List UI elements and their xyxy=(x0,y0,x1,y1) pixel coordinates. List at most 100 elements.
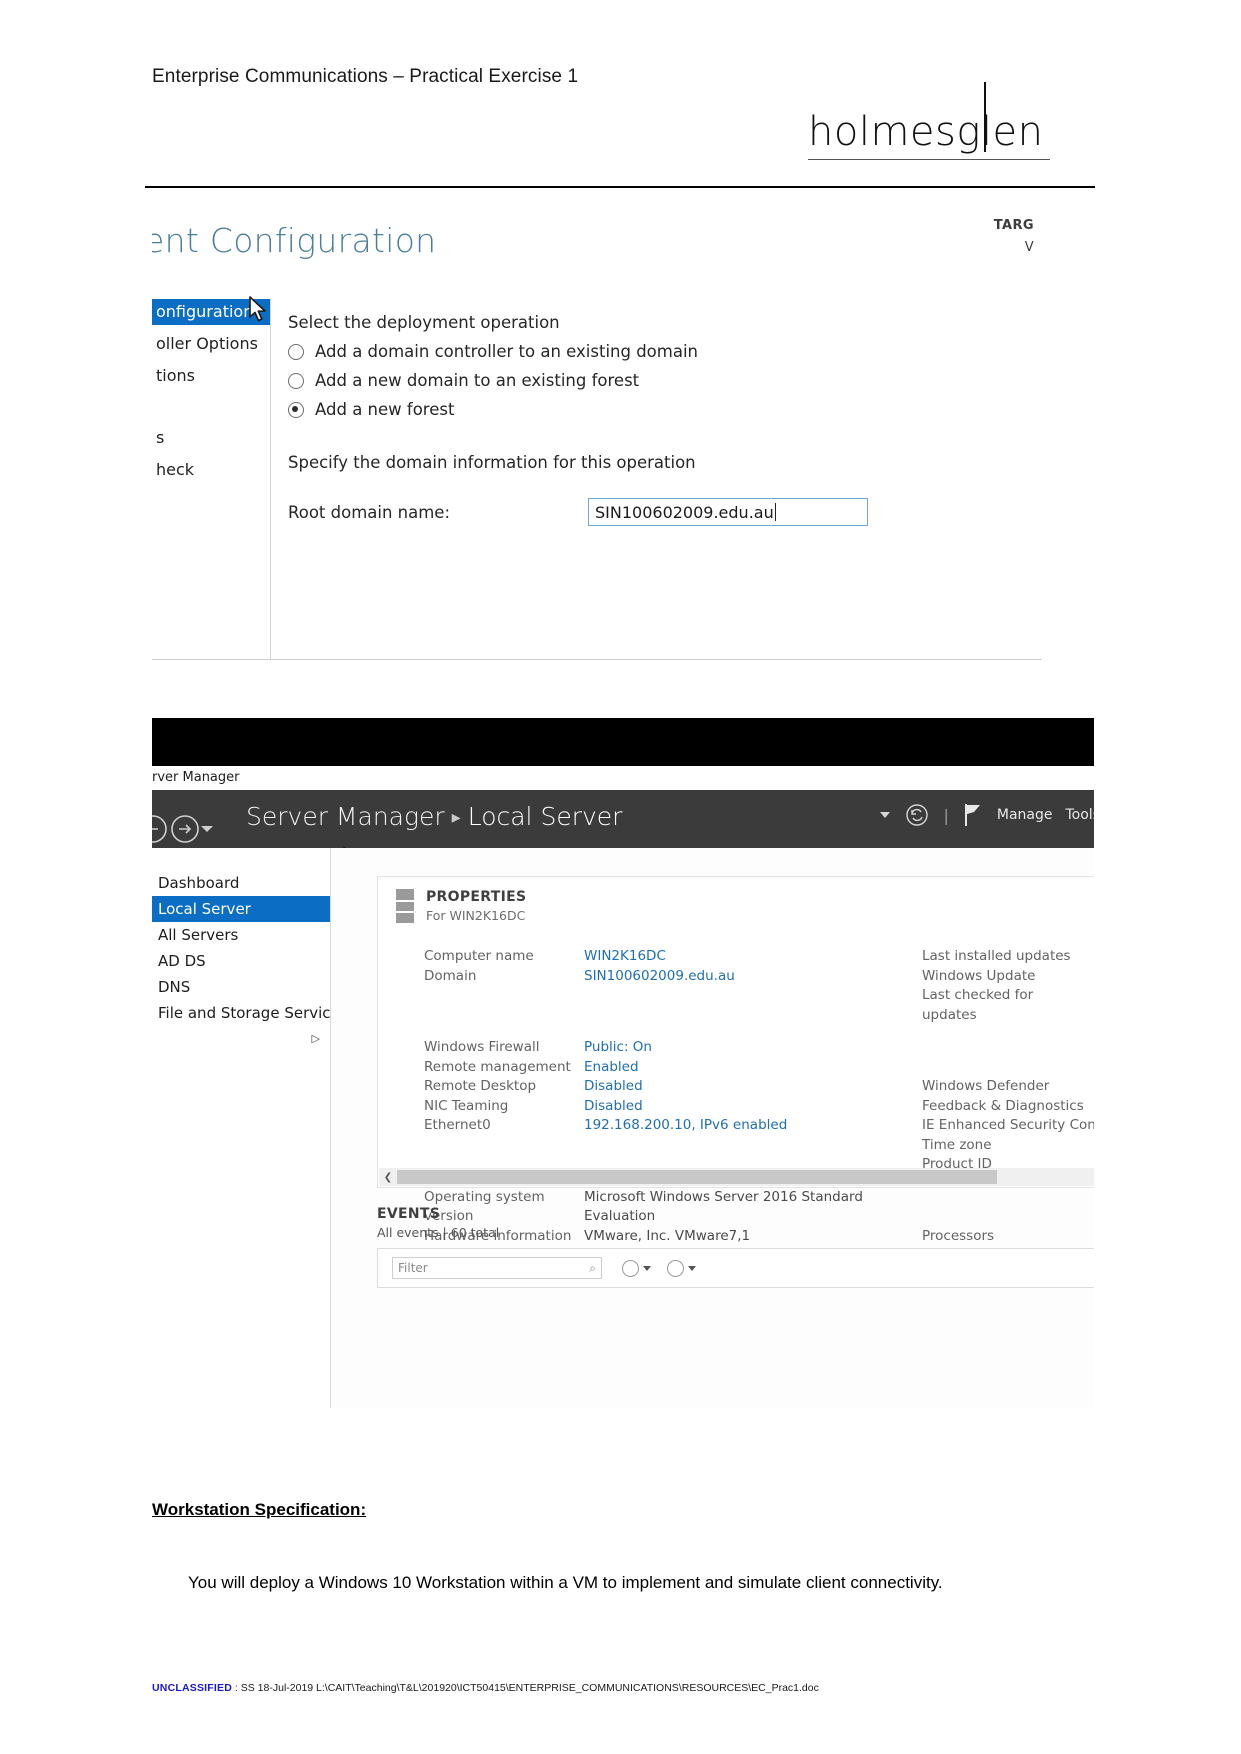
page-title: Enterprise Communications – Practical Ex… xyxy=(152,66,579,87)
sidebar-item-dashboard[interactable]: Dashboard xyxy=(152,870,330,896)
events-section: EVENTS All events | 60 total Filter ⌕ xyxy=(377,1206,1094,1288)
events-filter-input[interactable]: Filter ⌕ xyxy=(392,1257,602,1279)
wizard-step-paths[interactable]: s xyxy=(152,425,270,451)
properties-horizontal-scrollbar[interactable]: ❮ xyxy=(379,1168,1094,1186)
chevron-down-icon xyxy=(643,1265,651,1271)
property-value[interactable]: Enabled xyxy=(584,1058,639,1078)
properties-subtitle: For WIN2K16DC xyxy=(426,908,526,923)
manage-menu[interactable]: Manage xyxy=(997,807,1053,823)
radio-add-new-domain-existing-forest[interactable]: Add a new domain to an existing forest xyxy=(288,371,1042,390)
text-caret xyxy=(774,503,776,521)
property-key: Ethernet0 xyxy=(424,1117,491,1133)
scrollbar-thumb[interactable] xyxy=(397,1170,997,1184)
sidebar-item-ad-ds[interactable]: AD DS xyxy=(152,948,330,974)
tools-menu[interactable]: Tools xyxy=(1066,807,1095,823)
property-key: Time zone xyxy=(922,1136,992,1153)
property-key: Remote management xyxy=(424,1058,571,1075)
events-filter-controls xyxy=(622,1259,696,1277)
property-key: Windows Firewall xyxy=(424,1039,540,1055)
wizard-panel-divider xyxy=(270,299,271,659)
radio-button-icon[interactable] xyxy=(288,372,304,389)
property-key: Domain xyxy=(424,967,477,984)
refresh-icon[interactable] xyxy=(904,802,930,828)
sidebar-item-all-servers[interactable]: All Servers xyxy=(152,922,330,948)
domain-information-heading: Specify the domain information for this … xyxy=(288,453,696,472)
wizard-content-pane: Select the deployment operation Add a do… xyxy=(288,299,1042,660)
radio-label: Add a new domain to an existing forest xyxy=(315,371,640,390)
property-row: NIC Teaming Disabled xyxy=(424,1097,884,1117)
server-manager-content: PROPERTIES For WIN2K16DC Computer name WI… xyxy=(331,848,1094,1408)
notifications-flag-icon[interactable] xyxy=(962,802,984,828)
logo-underline xyxy=(808,159,1050,160)
radio-add-new-forest[interactable]: Add a new forest xyxy=(288,400,1042,419)
sidebar-item-file-and-storage-services[interactable]: File and Storage Services ▷ xyxy=(152,1000,348,1045)
property-value[interactable]: Disabled xyxy=(584,1077,643,1097)
property-value[interactable]: Public: On xyxy=(584,1038,652,1058)
property-row: Windows Defender xyxy=(922,1077,1094,1097)
property-row: Ethernet0 192.168.200.10, IPv6 enabled xyxy=(424,1116,884,1136)
search-icon[interactable]: ⌕ xyxy=(589,1261,596,1276)
root-domain-name-input[interactable]: SIN100602009.edu.au xyxy=(588,498,868,526)
server-manager-sidebar: Dashboard Local Server All Servers AD DS… xyxy=(152,848,348,1408)
section-heading: Workstation Specification: xyxy=(152,1500,367,1519)
toolbar-separator: | xyxy=(943,805,949,825)
wizard-step-list: onfiguration oller Options tions s heck xyxy=(152,299,270,659)
root-domain-name-value: SIN100602009.edu.au xyxy=(595,502,774,522)
property-key: Remote Desktop xyxy=(424,1078,537,1094)
screenshot-ad-deployment-configuration: ent Configuration TARG V onfiguration ol… xyxy=(152,205,1042,660)
deployment-operation-heading: Select the deployment operation xyxy=(288,313,560,332)
sidebar-item-dns[interactable]: DNS xyxy=(152,974,330,1000)
properties-grid: Computer name WIN2K16DC Domain SIN10060200… xyxy=(424,947,1094,1283)
chevron-down-icon[interactable] xyxy=(200,824,214,834)
radio-button-icon[interactable] xyxy=(288,343,304,360)
root-domain-name-label: Root domain name: xyxy=(288,502,451,522)
property-row: Time zone xyxy=(922,1136,1094,1156)
mouse-cursor-icon xyxy=(249,296,266,322)
server-icon xyxy=(396,889,414,923)
events-filter-dropdown-1[interactable] xyxy=(622,1259,651,1277)
events-filter-dropdown-2[interactable] xyxy=(667,1259,696,1277)
radio-label: Add a domain controller to an existing d… xyxy=(315,342,698,361)
logo-ascender-stroke xyxy=(984,82,986,152)
property-key: NIC Teaming xyxy=(424,1097,509,1114)
property-row: Windows Update xyxy=(922,967,1094,987)
property-row: IE Enhanced Security Configuratio xyxy=(922,1116,1094,1136)
root-domain-name-row: Root domain name: SIN100602009.edu.au xyxy=(288,498,1042,526)
property-value[interactable]: Disabled xyxy=(584,1097,643,1117)
property-row: Domain SIN100602009.edu.au xyxy=(424,967,884,987)
wizard-step-prerequisites-check[interactable]: heck xyxy=(152,457,270,483)
property-value[interactable]: SIN100602009.edu.au xyxy=(584,967,735,987)
breadcrumb-separator-icon: ▸ xyxy=(451,807,461,828)
radio-button-selected-icon[interactable] xyxy=(288,401,304,418)
header-divider xyxy=(145,186,1095,188)
sidebar-item-local-server[interactable]: Local Server xyxy=(152,896,330,922)
toolbar-chevron-down-icon[interactable] xyxy=(879,811,891,819)
property-row: Remote management Enabled xyxy=(424,1058,884,1078)
document-page: Enterprise Communications – Practical Ex… xyxy=(0,0,1241,1754)
wizard-step-domain-controller-options[interactable]: oller Options xyxy=(152,331,270,357)
property-row: Feedback & Diagnostics xyxy=(922,1097,1094,1117)
classification-marking: UNCLASSIFIED xyxy=(152,1682,232,1694)
property-key: Last checked for updates xyxy=(922,987,1034,1023)
radio-add-dc-existing-domain[interactable]: Add a domain controller to an existing d… xyxy=(288,342,1042,361)
property-value[interactable]: 192.168.200.10, IPv6 enabled xyxy=(584,1116,787,1136)
footer-path: : SS 18-Jul-2019 L:\CAIT\Teaching\T&L\20… xyxy=(232,1682,819,1694)
chevron-down-icon xyxy=(688,1265,696,1271)
property-key: Last installed updates xyxy=(922,948,1071,964)
wizard-step-additional-options[interactable]: tions xyxy=(152,363,270,389)
breadcrumb-current: Local Server xyxy=(467,802,623,831)
property-key: IE Enhanced Security Configuratio xyxy=(922,1117,1094,1133)
filter-circle-icon xyxy=(622,1259,639,1277)
screenshot-server-manager: erver Manager Server Manager ▸ Local Serve… xyxy=(152,718,1094,1408)
radio-label: Add a new forest xyxy=(315,400,455,419)
property-value[interactable]: WIN2K16DC xyxy=(584,947,666,967)
properties-left-column: Computer name WIN2K16DC Domain SIN10060200… xyxy=(424,947,884,1246)
taskbar-window-label[interactable]: erver Manager xyxy=(152,770,240,785)
properties-title: PROPERTIES xyxy=(426,889,527,905)
holmesglen-logo: holmesglen xyxy=(808,82,1050,170)
properties-card: PROPERTIES For WIN2K16DC Computer name WI… xyxy=(377,876,1094,1283)
breadcrumb-root[interactable]: Server Manager xyxy=(246,802,445,831)
property-key: Computer name xyxy=(424,948,534,964)
scroll-left-arrow-icon[interactable]: ❮ xyxy=(379,1172,397,1183)
forward-arrow-icon[interactable] xyxy=(168,812,202,846)
